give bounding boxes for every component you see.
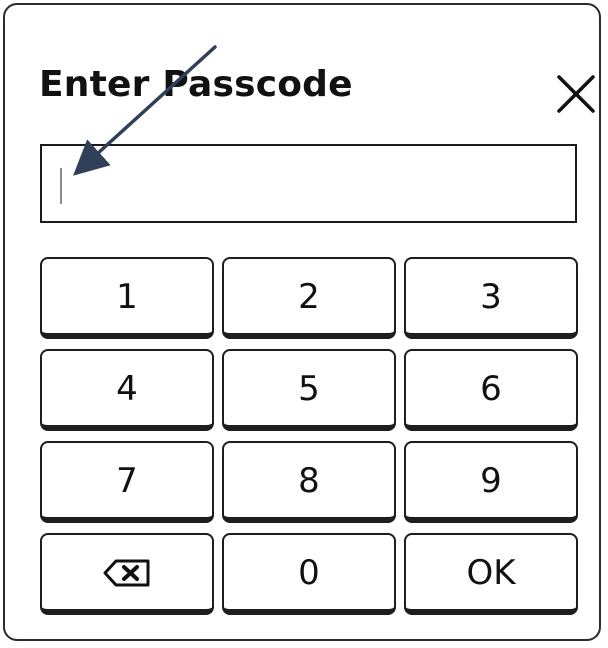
key-2[interactable]: 2 (222, 257, 396, 339)
keypad: 1 2 3 4 5 6 7 8 9 0 OK (40, 257, 578, 615)
passcode-dialog: Enter Passcode 1 2 3 4 5 6 7 8 9 0 OK (3, 3, 601, 641)
passcode-input[interactable] (58, 154, 562, 215)
backspace-icon (103, 559, 150, 587)
key-3[interactable]: 3 (404, 257, 578, 339)
passcode-field[interactable] (40, 144, 577, 223)
close-button[interactable] (555, 73, 597, 115)
text-cursor (60, 168, 62, 204)
key-6[interactable]: 6 (404, 349, 578, 431)
key-0[interactable]: 0 (222, 533, 396, 615)
key-4[interactable]: 4 (40, 349, 214, 431)
ok-button[interactable]: OK (404, 533, 578, 615)
dialog-title: Enter Passcode (39, 64, 353, 105)
key-1[interactable]: 1 (40, 257, 214, 339)
key-5[interactable]: 5 (222, 349, 396, 431)
close-icon (557, 75, 595, 113)
key-9[interactable]: 9 (404, 441, 578, 523)
backspace-button[interactable] (40, 533, 214, 615)
key-8[interactable]: 8 (222, 441, 396, 523)
key-7[interactable]: 7 (40, 441, 214, 523)
